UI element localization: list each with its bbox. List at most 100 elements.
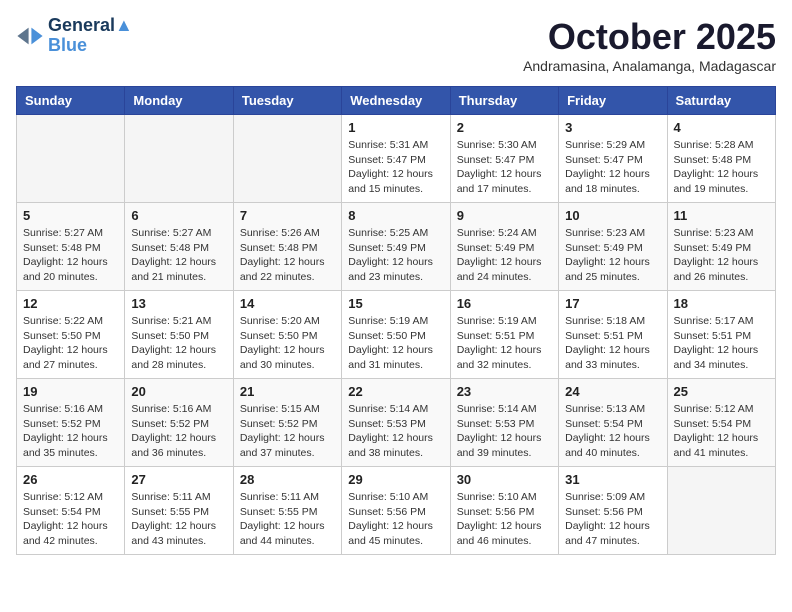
day-info: Sunrise: 5:10 AMSunset: 5:56 PMDaylight:… xyxy=(348,490,443,549)
day-number: 28 xyxy=(240,472,335,487)
col-header-thursday: Thursday xyxy=(450,87,558,115)
day-info: Sunrise: 5:29 AMSunset: 5:47 PMDaylight:… xyxy=(565,138,660,197)
day-info: Sunrise: 5:27 AMSunset: 5:48 PMDaylight:… xyxy=(131,226,226,285)
day-info: Sunrise: 5:30 AMSunset: 5:47 PMDaylight:… xyxy=(457,138,552,197)
calendar-cell: 31 Sunrise: 5:09 AMSunset: 5:56 PMDayligh… xyxy=(559,467,667,555)
calendar-cell: 10 Sunrise: 5:23 AMSunset: 5:49 PMDayligh… xyxy=(559,203,667,291)
calendar-cell: 29 Sunrise: 5:10 AMSunset: 5:56 PMDayligh… xyxy=(342,467,450,555)
calendar-cell: 7 Sunrise: 5:26 AMSunset: 5:48 PMDaylight… xyxy=(233,203,341,291)
day-number: 20 xyxy=(131,384,226,399)
calendar-cell: 21Sunrise: 5:15 AMSunset: 5:52 PMDayligh… xyxy=(233,379,341,467)
week-row-5: 26 Sunrise: 5:12 AMSunset: 5:54 PMDayligh… xyxy=(17,467,776,555)
day-number: 14 xyxy=(240,296,335,311)
calendar-cell: 26 Sunrise: 5:12 AMSunset: 5:54 PMDayligh… xyxy=(17,467,125,555)
calendar-cell: 11Sunrise: 5:23 AMSunset: 5:49 PMDayligh… xyxy=(667,203,775,291)
calendar-cell: 8 Sunrise: 5:25 AMSunset: 5:49 PMDaylight… xyxy=(342,203,450,291)
day-number: 8 xyxy=(348,208,443,223)
day-number: 23 xyxy=(457,384,552,399)
week-row-1: 1Sunrise: 5:31 AMSunset: 5:47 PMDaylight… xyxy=(17,115,776,203)
day-number: 19 xyxy=(23,384,118,399)
day-info: Sunrise: 5:21 AMSunset: 5:50 PMDaylight:… xyxy=(131,314,226,373)
calendar-table: SundayMondayTuesdayWednesdayThursdayFrid… xyxy=(16,86,776,555)
col-header-sunday: Sunday xyxy=(17,87,125,115)
day-info: Sunrise: 5:15 AMSunset: 5:52 PMDaylight:… xyxy=(240,402,335,461)
week-row-2: 5 Sunrise: 5:27 AMSunset: 5:48 PMDaylight… xyxy=(17,203,776,291)
page-header: General▲ Blue October 2025 Andramasina, … xyxy=(16,16,776,74)
calendar-cell xyxy=(667,467,775,555)
calendar-cell: 5 Sunrise: 5:27 AMSunset: 5:48 PMDaylight… xyxy=(17,203,125,291)
day-info: Sunrise: 5:27 AMSunset: 5:48 PMDaylight:… xyxy=(23,226,118,285)
calendar-cell: 25 Sunrise: 5:12 AMSunset: 5:54 PMDayligh… xyxy=(667,379,775,467)
day-number: 11 xyxy=(674,208,769,223)
day-number: 5 xyxy=(23,208,118,223)
day-info: Sunrise: 5:16 AMSunset: 5:52 PMDaylight:… xyxy=(131,402,226,461)
day-info: Sunrise: 5:12 AMSunset: 5:54 PMDaylight:… xyxy=(674,402,769,461)
day-info: Sunrise: 5:13 AMSunset: 5:54 PMDaylight:… xyxy=(565,402,660,461)
calendar-cell: 24Sunrise: 5:13 AMSunset: 5:54 PMDayligh… xyxy=(559,379,667,467)
calendar-cell: 14 Sunrise: 5:20 AMSunset: 5:50 PMDayligh… xyxy=(233,291,341,379)
day-info: Sunrise: 5:14 AMSunset: 5:53 PMDaylight:… xyxy=(457,402,552,461)
calendar-cell: 12Sunrise: 5:22 AMSunset: 5:50 PMDayligh… xyxy=(17,291,125,379)
day-number: 26 xyxy=(23,472,118,487)
day-info: Sunrise: 5:25 AMSunset: 5:49 PMDaylight:… xyxy=(348,226,443,285)
col-header-friday: Friday xyxy=(559,87,667,115)
calendar-cell: 4Sunrise: 5:28 AMSunset: 5:48 PMDaylight… xyxy=(667,115,775,203)
day-number: 9 xyxy=(457,208,552,223)
calendar-cell: 23 Sunrise: 5:14 AMSunset: 5:53 PMDayligh… xyxy=(450,379,558,467)
calendar-cell: 30 Sunrise: 5:10 AMSunset: 5:56 PMDayligh… xyxy=(450,467,558,555)
col-header-monday: Monday xyxy=(125,87,233,115)
calendar-cell: 22 Sunrise: 5:14 AMSunset: 5:53 PMDayligh… xyxy=(342,379,450,467)
week-row-4: 19 Sunrise: 5:16 AMSunset: 5:52 PMDayligh… xyxy=(17,379,776,467)
col-header-tuesday: Tuesday xyxy=(233,87,341,115)
calendar-cell: 1Sunrise: 5:31 AMSunset: 5:47 PMDaylight… xyxy=(342,115,450,203)
day-number: 22 xyxy=(348,384,443,399)
calendar-cell: 9Sunrise: 5:24 AMSunset: 5:49 PMDaylight… xyxy=(450,203,558,291)
day-info: Sunrise: 5:09 AMSunset: 5:56 PMDaylight:… xyxy=(565,490,660,549)
day-info: Sunrise: 5:31 AMSunset: 5:47 PMDaylight:… xyxy=(348,138,443,197)
calendar-cell: 16 Sunrise: 5:19 AMSunset: 5:51 PMDayligh… xyxy=(450,291,558,379)
col-header-wednesday: Wednesday xyxy=(342,87,450,115)
day-number: 29 xyxy=(348,472,443,487)
logo: General▲ Blue xyxy=(16,16,133,56)
day-info: Sunrise: 5:22 AMSunset: 5:50 PMDaylight:… xyxy=(23,314,118,373)
day-info: Sunrise: 5:19 AMSunset: 5:50 PMDaylight:… xyxy=(348,314,443,373)
day-number: 7 xyxy=(240,208,335,223)
day-number: 18 xyxy=(674,296,769,311)
calendar-cell: 2Sunrise: 5:30 AMSunset: 5:47 PMDaylight… xyxy=(450,115,558,203)
day-number: 10 xyxy=(565,208,660,223)
day-info: Sunrise: 5:18 AMSunset: 5:51 PMDaylight:… xyxy=(565,314,660,373)
calendar-cell: 17 Sunrise: 5:18 AMSunset: 5:51 PMDayligh… xyxy=(559,291,667,379)
day-number: 3 xyxy=(565,120,660,135)
day-info: Sunrise: 5:28 AMSunset: 5:48 PMDaylight:… xyxy=(674,138,769,197)
day-number: 31 xyxy=(565,472,660,487)
day-info: Sunrise: 5:14 AMSunset: 5:53 PMDaylight:… xyxy=(348,402,443,461)
location: Andramasina, Analamanga, Madagascar xyxy=(523,58,776,74)
calendar-cell xyxy=(125,115,233,203)
day-number: 25 xyxy=(674,384,769,399)
day-info: Sunrise: 5:16 AMSunset: 5:52 PMDaylight:… xyxy=(23,402,118,461)
day-number: 15 xyxy=(348,296,443,311)
day-number: 17 xyxy=(565,296,660,311)
day-info: Sunrise: 5:10 AMSunset: 5:56 PMDaylight:… xyxy=(457,490,552,549)
calendar-cell: 18Sunrise: 5:17 AMSunset: 5:51 PMDayligh… xyxy=(667,291,775,379)
day-number: 30 xyxy=(457,472,552,487)
logo-text: General▲ Blue xyxy=(48,16,133,56)
day-info: Sunrise: 5:23 AMSunset: 5:49 PMDaylight:… xyxy=(565,226,660,285)
day-info: Sunrise: 5:20 AMSunset: 5:50 PMDaylight:… xyxy=(240,314,335,373)
week-row-3: 12Sunrise: 5:22 AMSunset: 5:50 PMDayligh… xyxy=(17,291,776,379)
logo-icon xyxy=(16,22,44,50)
calendar-cell: 20 Sunrise: 5:16 AMSunset: 5:52 PMDayligh… xyxy=(125,379,233,467)
day-info: Sunrise: 5:12 AMSunset: 5:54 PMDaylight:… xyxy=(23,490,118,549)
calendar-cell: 19 Sunrise: 5:16 AMSunset: 5:52 PMDayligh… xyxy=(17,379,125,467)
day-info: Sunrise: 5:26 AMSunset: 5:48 PMDaylight:… xyxy=(240,226,335,285)
calendar-cell: 6 Sunrise: 5:27 AMSunset: 5:48 PMDaylight… xyxy=(125,203,233,291)
day-info: Sunrise: 5:11 AMSunset: 5:55 PMDaylight:… xyxy=(240,490,335,549)
day-info: Sunrise: 5:19 AMSunset: 5:51 PMDaylight:… xyxy=(457,314,552,373)
calendar-cell xyxy=(233,115,341,203)
calendar-cell: 13 Sunrise: 5:21 AMSunset: 5:50 PMDayligh… xyxy=(125,291,233,379)
col-header-saturday: Saturday xyxy=(667,87,775,115)
day-number: 16 xyxy=(457,296,552,311)
day-number: 6 xyxy=(131,208,226,223)
title-block: October 2025 Andramasina, Analamanga, Ma… xyxy=(523,16,776,74)
day-number: 13 xyxy=(131,296,226,311)
